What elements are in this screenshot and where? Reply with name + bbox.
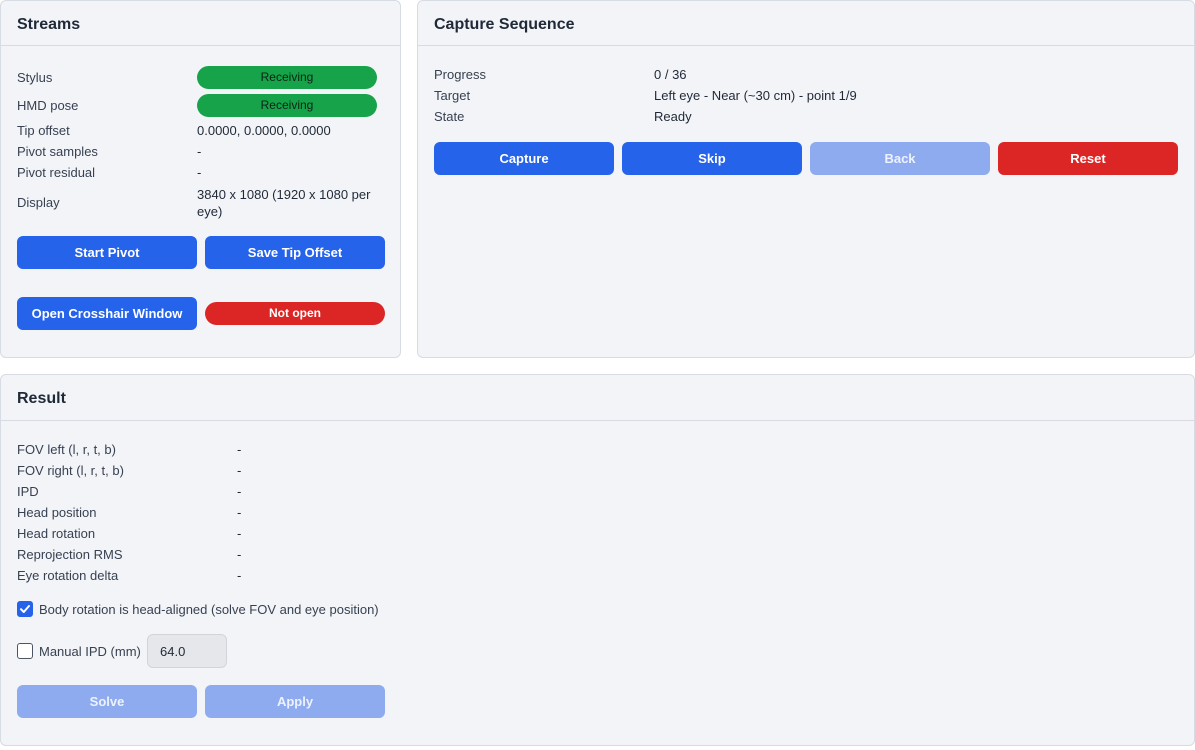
result-panel: Result FOV left (l, r, t, b) - FOV right… (0, 374, 1195, 746)
pivot-residual-label: Pivot residual (17, 165, 96, 180)
ipd-label: IPD (17, 484, 39, 499)
fov-right-label: FOV right (l, r, t, b) (17, 463, 124, 478)
tip-offset-value: 0.0000, 0.0000, 0.0000 (197, 123, 331, 138)
reset-button[interactable]: Reset (998, 142, 1178, 175)
reprojection-rms-value: - (237, 547, 242, 562)
eye-rotation-delta-label: Eye rotation delta (17, 568, 119, 583)
tip-offset-label: Tip offset (17, 123, 70, 138)
checkmark-icon (20, 605, 30, 613)
start-pivot-button[interactable]: Start Pivot (17, 236, 197, 269)
stylus-label: Stylus (17, 70, 53, 85)
back-button[interactable]: Back (810, 142, 990, 175)
reprojection-rms-label: Reprojection RMS (17, 547, 123, 562)
progress-value: 0 / 36 (654, 67, 687, 82)
progress-label: Progress (434, 67, 487, 82)
pivot-samples-value: - (197, 144, 202, 159)
save-tip-offset-button[interactable]: Save Tip Offset (205, 236, 385, 269)
display-value: 3840 x 1080 (1920 x 1080 per eye) (197, 187, 371, 219)
head-rotation-value: - (237, 526, 242, 541)
streams-title: Streams (1, 1, 400, 46)
state-value: Ready (654, 109, 692, 124)
fov-left-value: - (237, 442, 242, 457)
streams-panel: Streams Stylus Receiving HMD pose Receiv… (0, 0, 401, 358)
pivot-residual-value: - (197, 165, 202, 180)
body-rotation-checkbox[interactable] (17, 601, 33, 617)
head-position-label: Head position (17, 505, 97, 520)
solve-button[interactable]: Solve (17, 685, 197, 718)
ipd-value: - (237, 484, 242, 499)
state-label: State (434, 109, 465, 124)
target-value: Left eye - Near (~30 cm) - point 1/9 (654, 88, 857, 103)
manual-ipd-input[interactable] (147, 634, 227, 668)
apply-button[interactable]: Apply (205, 685, 385, 718)
open-crosshair-window-button[interactable]: Open Crosshair Window (17, 297, 197, 330)
head-rotation-label: Head rotation (17, 526, 96, 541)
hmd-pose-label: HMD pose (17, 98, 79, 113)
target-label: Target (434, 88, 471, 103)
manual-ipd-checkbox[interactable] (17, 643, 33, 659)
hmd-status-badge: Receiving (197, 94, 377, 117)
manual-ipd-label: Manual IPD (mm) (39, 644, 141, 659)
fov-right-value: - (237, 463, 242, 478)
crosshair-status-badge: Not open (205, 302, 385, 325)
capture-sequence-panel: Capture Sequence Progress 0 / 36 Target … (417, 0, 1195, 358)
capture-sequence-title: Capture Sequence (418, 1, 1194, 46)
body-rotation-label: Body rotation is head-aligned (solve FOV… (39, 602, 379, 617)
eye-rotation-delta-value: - (237, 568, 242, 583)
pivot-samples-label: Pivot samples (17, 144, 98, 159)
head-position-value: - (237, 505, 242, 520)
skip-button[interactable]: Skip (622, 142, 802, 175)
fov-left-label: FOV left (l, r, t, b) (17, 442, 116, 457)
result-title: Result (1, 375, 1194, 421)
stylus-status-badge: Receiving (197, 66, 377, 89)
display-label: Display (17, 195, 60, 210)
capture-button[interactable]: Capture (434, 142, 614, 175)
